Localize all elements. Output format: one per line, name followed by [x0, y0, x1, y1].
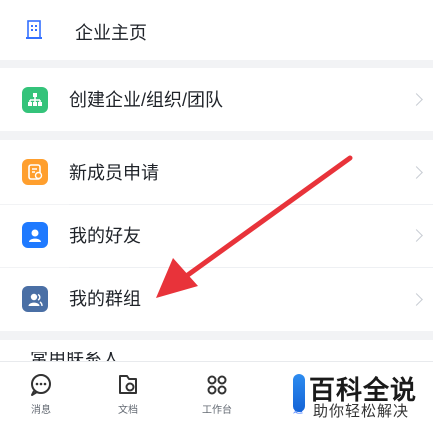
tab-workbench[interactable]: 工作台: [187, 362, 247, 422]
tab-label: 文档: [118, 405, 138, 416]
watermark-subtitle: 助你轻松解决: [313, 403, 410, 420]
tab-documents[interactable]: 文档: [98, 362, 158, 422]
workbench-icon: [207, 375, 227, 395]
document-icon: [119, 375, 137, 394]
tab-messages[interactable]: 消息: [11, 362, 71, 422]
tab-label: 消息: [31, 405, 51, 416]
message-icon: [31, 374, 51, 396]
tab-label: 工作台: [202, 405, 232, 416]
watermark: 百科全说 助你轻松解决: [283, 364, 433, 424]
watermark-logo: [293, 374, 305, 412]
